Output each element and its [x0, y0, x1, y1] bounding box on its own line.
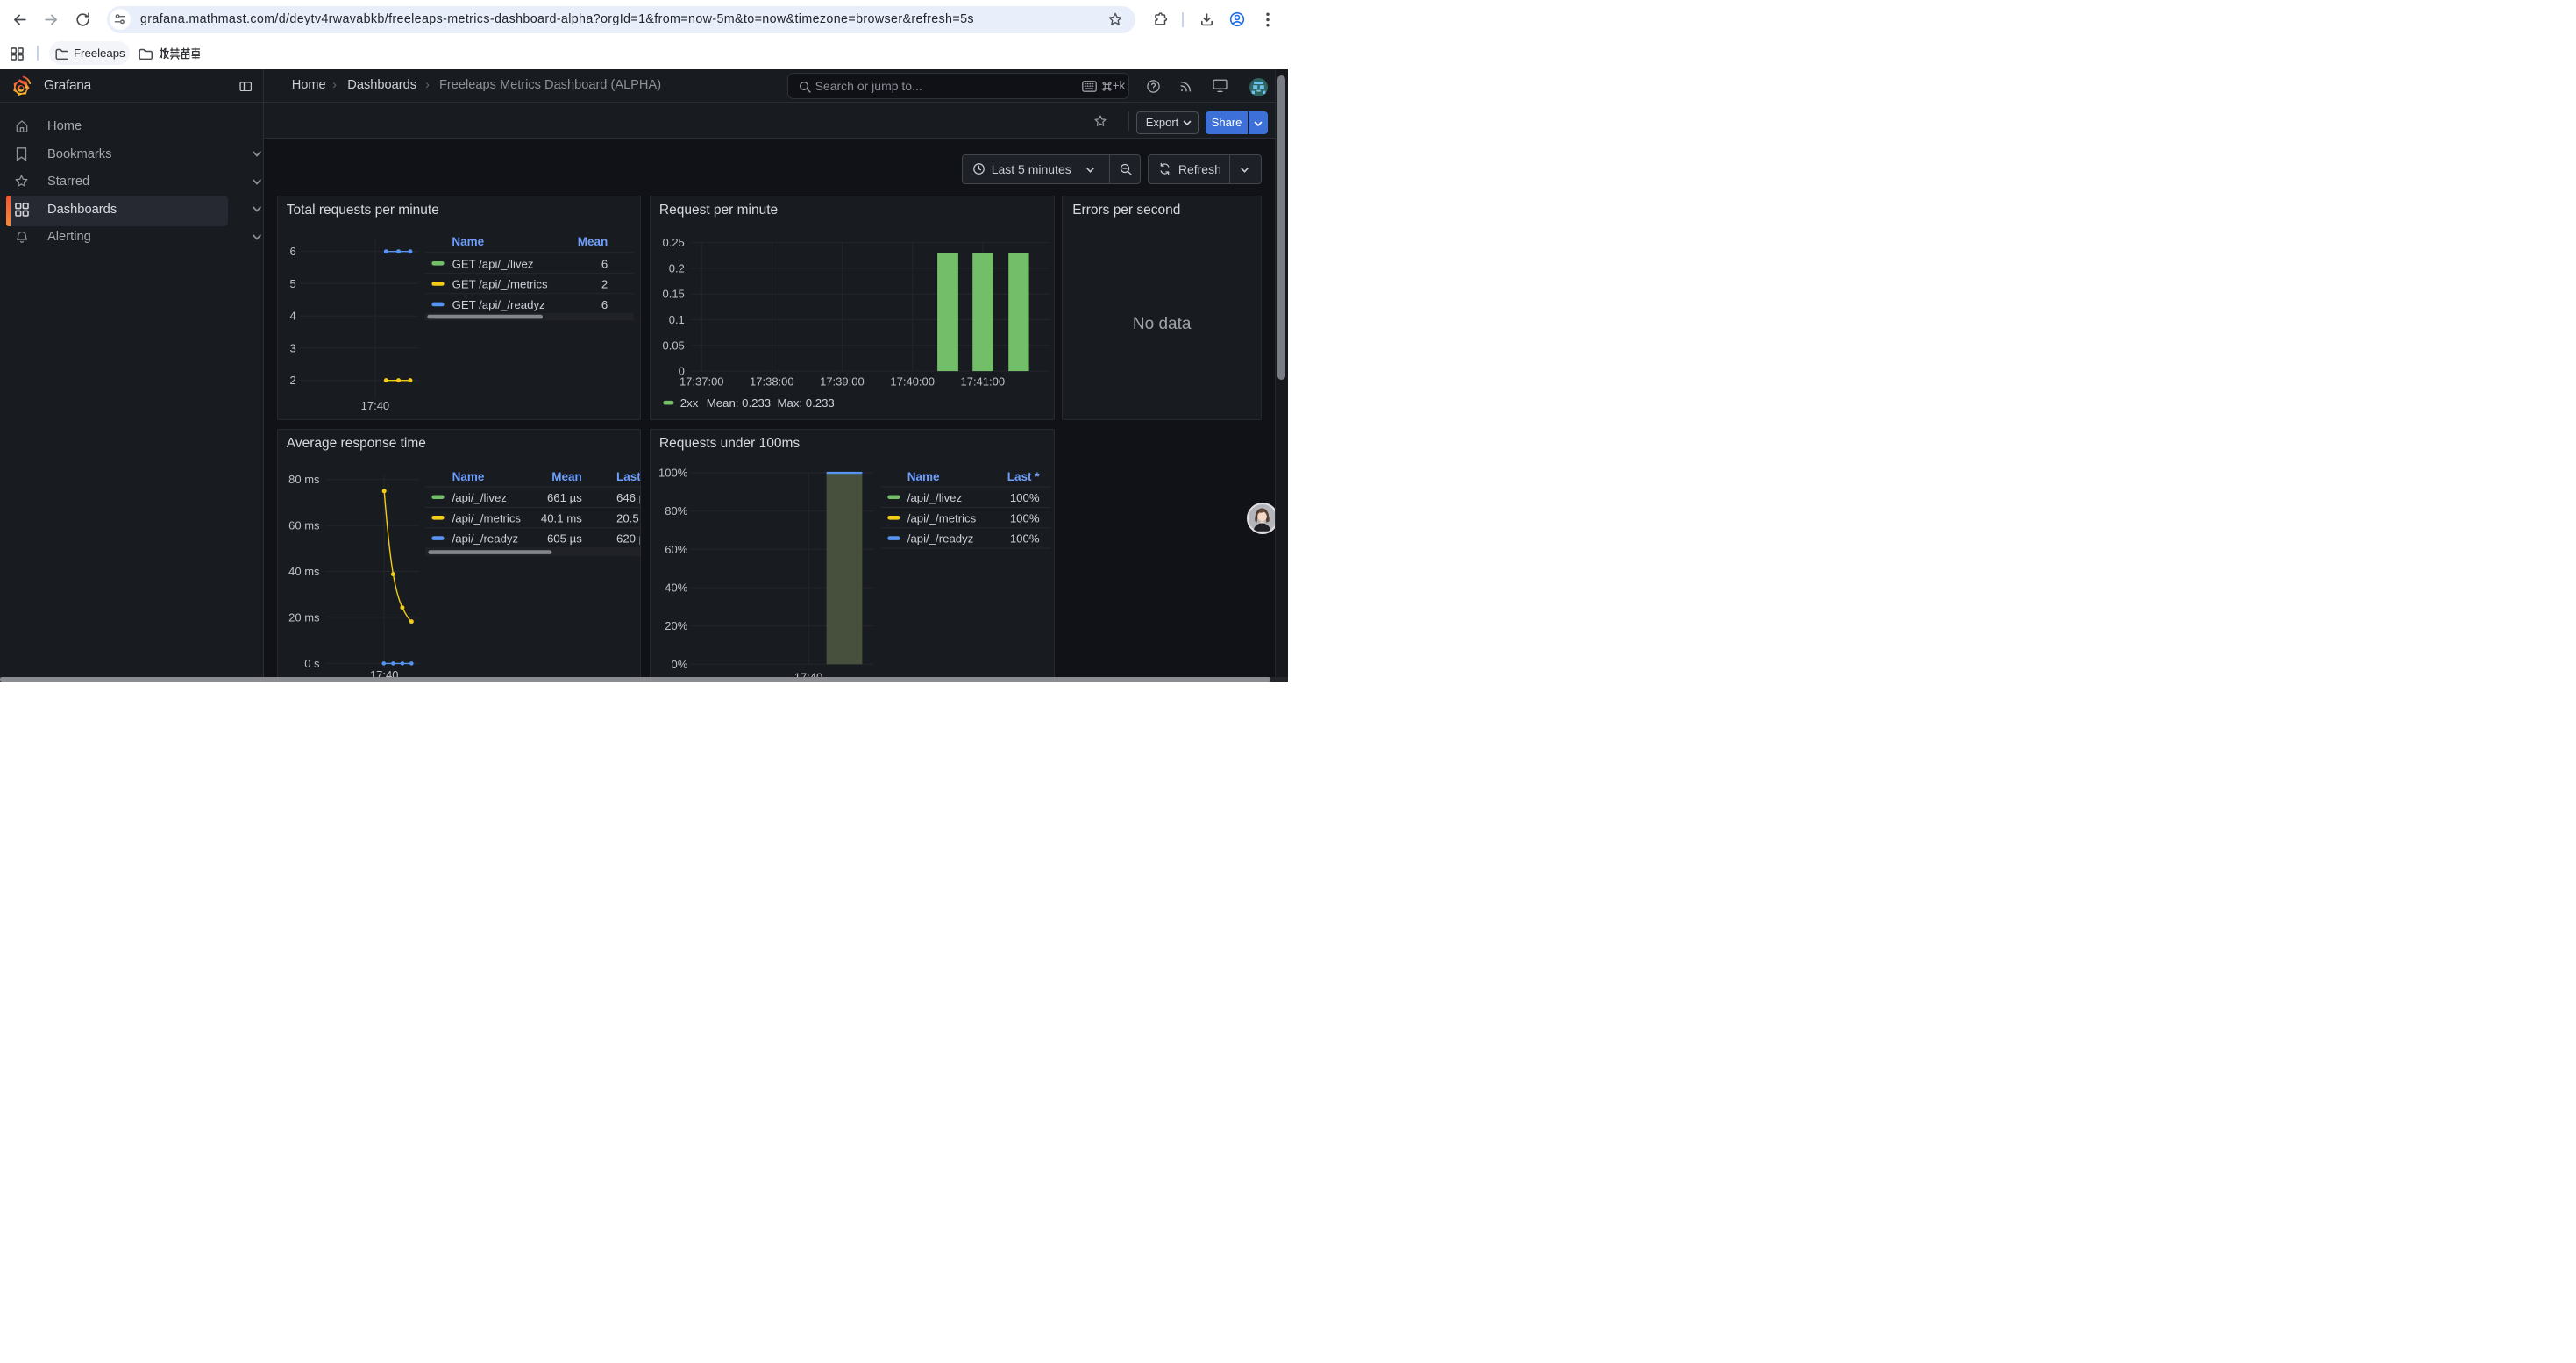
svg-text:60 ms: 60 ms [288, 518, 320, 532]
svg-text:GET /api/_/metrics: GET /api/_/metrics [452, 278, 548, 291]
svg-text:2: 2 [290, 374, 296, 387]
svg-text:0.05: 0.05 [662, 339, 684, 353]
svg-text:0.15: 0.15 [662, 288, 684, 301]
svg-text:Max: 0.233: Max: 0.233 [777, 397, 834, 410]
svg-text:17:39:00: 17:39:00 [820, 375, 865, 389]
svg-text:/api/_/livez: /api/_/livez [452, 490, 507, 503]
svg-text:0.1: 0.1 [669, 313, 685, 326]
svg-text:661 µs: 661 µs [547, 490, 582, 503]
svg-text:2: 2 [601, 278, 608, 291]
svg-text:6: 6 [601, 298, 608, 311]
svg-text:Mean: Mean [578, 235, 608, 248]
svg-text:17:40:00: 17:40:00 [890, 375, 935, 389]
svg-text:20%: 20% [665, 619, 687, 632]
svg-text:4: 4 [290, 310, 296, 323]
svg-text:Last *: Last * [616, 470, 640, 483]
svg-text:0 s: 0 s [305, 657, 321, 670]
svg-text:2xx: 2xx [680, 397, 699, 410]
svg-text:/api/_/readyz: /api/_/readyz [452, 532, 519, 545]
svg-text:620 µs: 620 µs [616, 532, 640, 545]
svg-text:/api/_/livez: /api/_/livez [907, 490, 962, 503]
svg-text:Name: Name [452, 235, 485, 248]
svg-text:/api/_/metrics: /api/_/metrics [907, 511, 977, 525]
svg-text:100%: 100% [1010, 532, 1040, 545]
svg-text:40%: 40% [665, 581, 687, 594]
svg-text:5: 5 [290, 277, 296, 290]
svg-text:Last *: Last * [1007, 470, 1041, 483]
svg-text:20 ms: 20 ms [288, 610, 320, 624]
svg-text:Mean: 0.233: Mean: 0.233 [707, 397, 771, 410]
svg-text:GET /api/_/livez: GET /api/_/livez [452, 258, 534, 271]
svg-text:/api/_/readyz: /api/_/readyz [907, 532, 974, 545]
svg-text:100%: 100% [1010, 490, 1040, 503]
svg-text:6: 6 [601, 258, 608, 271]
svg-text:100%: 100% [658, 466, 688, 479]
svg-text:17:37:00: 17:37:00 [680, 375, 724, 389]
svg-text:17:40: 17:40 [361, 399, 390, 412]
svg-text:0.2: 0.2 [669, 262, 685, 275]
svg-text:605 µs: 605 µs [547, 532, 582, 545]
svg-text:3: 3 [290, 342, 296, 355]
svg-text:Mean: Mean [552, 470, 583, 483]
svg-text:0.25: 0.25 [662, 236, 684, 249]
svg-text:0%: 0% [671, 657, 687, 670]
svg-text:17:41:00: 17:41:00 [960, 375, 1005, 389]
svg-text:17:38:00: 17:38:00 [750, 375, 794, 389]
svg-text:60%: 60% [665, 542, 687, 555]
svg-text:40.1 ms: 40.1 ms [541, 511, 582, 525]
svg-text:Name: Name [452, 470, 485, 483]
svg-text:646 µs: 646 µs [616, 490, 640, 503]
svg-text:/api/_/metrics: /api/_/metrics [452, 511, 522, 525]
svg-text:80 ms: 80 ms [288, 473, 320, 486]
svg-text:40 ms: 40 ms [288, 565, 320, 578]
svg-text:Name: Name [907, 470, 940, 483]
svg-text:GET /api/_/readyz: GET /api/_/readyz [452, 298, 545, 311]
svg-text:100%: 100% [1010, 511, 1040, 525]
svg-text:20.5 ms: 20.5 ms [616, 511, 640, 525]
svg-text:6: 6 [290, 246, 296, 259]
svg-text:80%: 80% [665, 504, 687, 517]
